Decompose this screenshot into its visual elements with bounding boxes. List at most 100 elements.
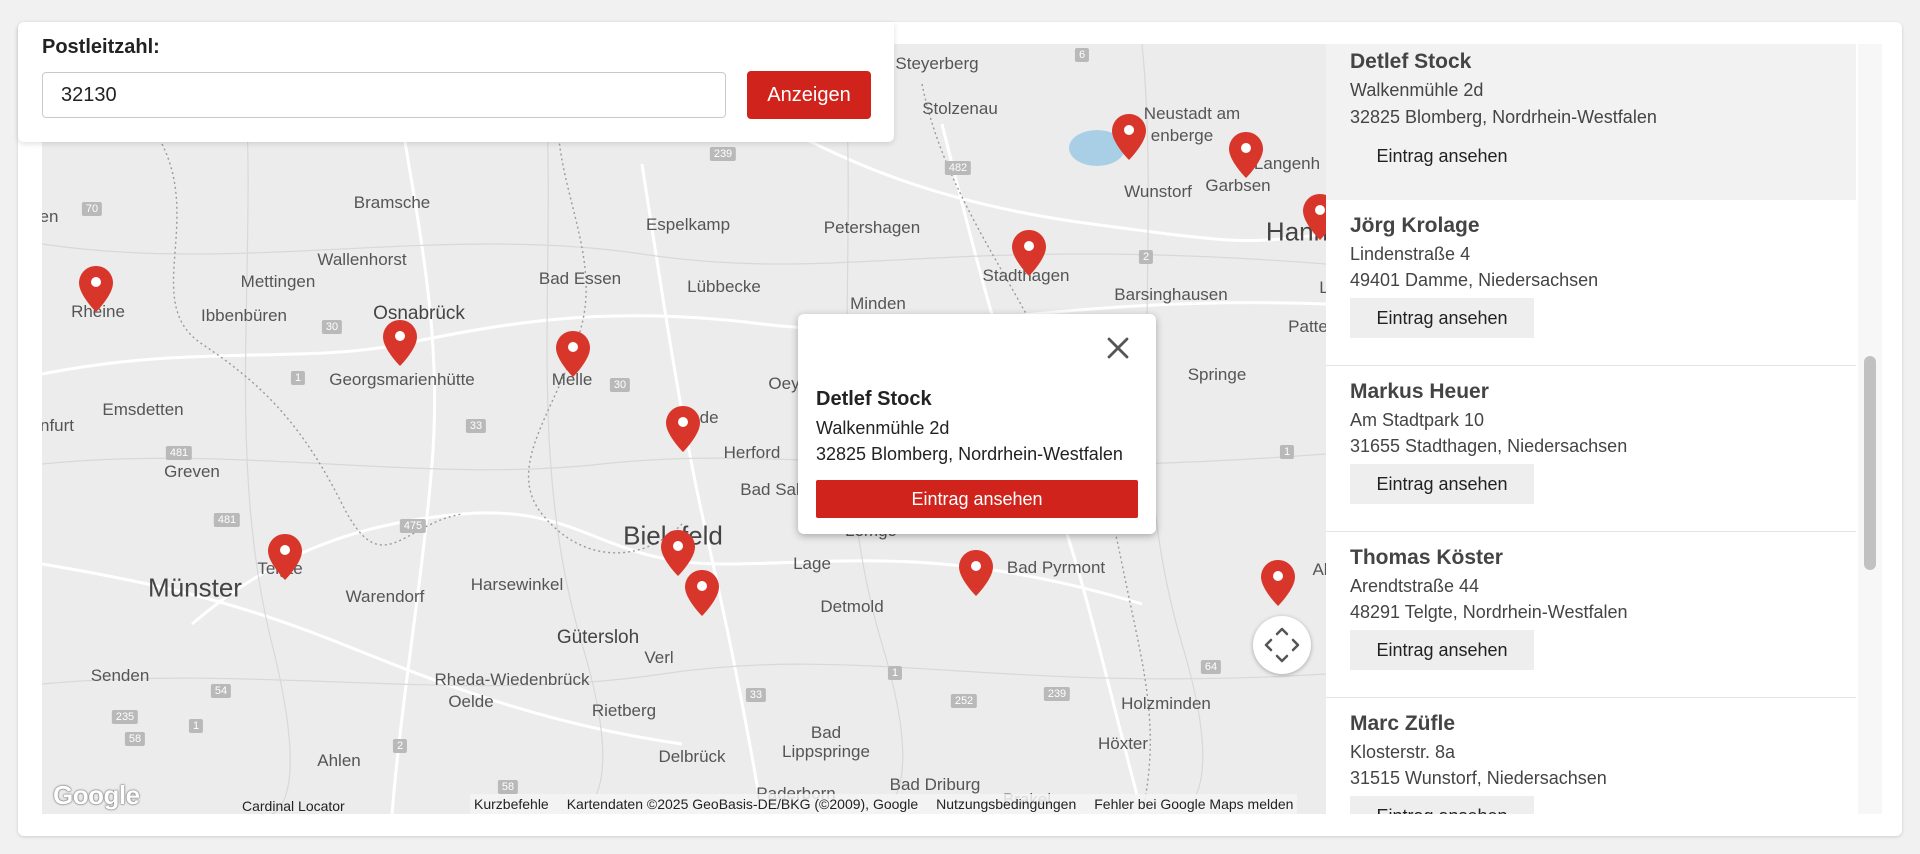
list-item[interactable]: Markus Heuer Am Stadtpark 10 31655 Stadt… (1326, 366, 1856, 532)
popup-name: Detlef Stock (816, 388, 932, 410)
place-label: Neustadt am (1143, 104, 1241, 123)
list-item[interactable]: Thomas Köster Arendtstraße 44 48291 Telg… (1326, 532, 1856, 698)
list-item[interactable]: Jörg Krolage Lindenstraße 4 49401 Damme,… (1326, 200, 1856, 366)
road-shield: 239 (709, 147, 737, 161)
place-label: Bad Sal (740, 480, 800, 499)
view-entry-button[interactable]: Eintrag ansehen (1350, 796, 1534, 814)
place-label: Oelde (448, 692, 494, 711)
road-shield: 482 (944, 161, 972, 175)
place-label: Münster (148, 572, 242, 603)
view-entry-button[interactable]: Eintrag ansehen (1350, 136, 1534, 176)
place-label: Warendorf (345, 587, 425, 606)
road-shield: 1 (290, 371, 306, 385)
place-label: Lippspringe (782, 742, 870, 761)
show-button[interactable]: Anzeigen (747, 71, 871, 119)
map-marker[interactable] (381, 318, 419, 368)
place-label: nfurt (42, 416, 75, 435)
road-shield: 70 (81, 202, 103, 216)
close-icon[interactable] (1104, 334, 1132, 362)
entry-name: Thomas Köster (1350, 546, 1503, 569)
place-label: Greven (164, 462, 220, 481)
place-label: Harsewinkel (470, 575, 564, 594)
place-label: Bramsche (353, 193, 431, 212)
place-label: Lage (793, 554, 831, 573)
road-shield: 64 (1200, 660, 1222, 674)
place-label: Oey (768, 374, 800, 393)
search-box: Postleitzahl: Anzeigen (18, 22, 894, 142)
move-arrows-icon (1264, 627, 1300, 663)
place-label: Höxter (1097, 734, 1149, 753)
place-label: Wallenhorst (317, 250, 407, 269)
place-label: Bad (810, 723, 842, 742)
entry-street: Walkenmühle 2d (1350, 80, 1484, 100)
road-shield: 1 (1279, 445, 1295, 459)
place-label: Mettingen (240, 272, 316, 291)
entry-name: Marc Züfle (1350, 712, 1456, 735)
entry-street: Lindenstraße 4 (1350, 244, 1471, 264)
place-label: Bad Essen (538, 269, 622, 288)
place-label: Verl (644, 648, 674, 667)
view-entry-button[interactable]: Eintrag ansehen (1350, 298, 1534, 338)
road-shield: 481 (213, 513, 241, 527)
map-marker[interactable] (1227, 130, 1265, 180)
place-label: Patte (1288, 317, 1326, 336)
place-label: Springe (1187, 365, 1247, 384)
view-entry-button[interactable]: Eintrag ansehen (1350, 630, 1534, 670)
place-label: Rietberg (591, 701, 657, 720)
road-shield: 54 (210, 684, 232, 698)
road-shield: 58 (124, 732, 146, 746)
report-error-link[interactable]: Fehler bei Google Maps melden (1094, 796, 1293, 812)
entry-city: 31655 Stadthagen, Niedersachsen (1350, 436, 1628, 456)
popup-view-entry-button[interactable]: Eintrag ansehen (816, 480, 1138, 518)
map-attribution: Kurzbefehle Kartendaten ©2025 GeoBasis-D… (470, 794, 1298, 814)
place-label: Stolzenau (922, 99, 998, 118)
road-shield: 239 (1043, 687, 1071, 701)
entry-street: Am Stadtpark 10 (1350, 410, 1485, 430)
entry-city: 48291 Telgte, Nordrhein-Westfalen (1350, 602, 1628, 622)
popup-city: 32825 Blomberg, Nordrhein-Westfalen (816, 444, 1123, 464)
map-marker[interactable] (77, 264, 115, 314)
list-item[interactable]: Marc Züfle Klosterstr. 8a 31515 Wunstorf… (1326, 698, 1856, 814)
map-marker[interactable] (957, 548, 995, 598)
keyboard-shortcuts-link[interactable]: Kurzbefehle (474, 796, 549, 812)
postcode-label: Postleitzahl: (42, 36, 160, 58)
place-label: enberge (1150, 126, 1214, 145)
place-label: Delbrück (658, 747, 726, 766)
results-list[interactable]: Detlef Stock Walkenmühle 2d 32825 Blombe… (1326, 44, 1856, 814)
terms-link[interactable]: Nutzungsbedingungen (936, 796, 1076, 812)
map-marker[interactable] (664, 404, 702, 454)
place-label: Gütersloh (556, 627, 640, 648)
postcode-input[interactable] (42, 72, 726, 118)
road-shield: 58 (497, 780, 519, 794)
map-marker[interactable] (1301, 192, 1326, 242)
map-marker[interactable] (1259, 558, 1297, 608)
place-label: en (42, 207, 59, 226)
entry-city: 49401 Damme, Niedersachsen (1350, 270, 1599, 290)
popup-street: Walkenmühle 2d (816, 418, 950, 438)
road-shield: 30 (609, 378, 631, 392)
map-marker[interactable] (554, 329, 592, 379)
list-item[interactable]: Detlef Stock Walkenmühle 2d 32825 Blombe… (1326, 44, 1856, 201)
map-marker[interactable] (683, 568, 721, 618)
place-label: Barsinghausen (1114, 285, 1228, 304)
place-label: Rheda-Wiedenbrück (434, 670, 590, 689)
google-logo: Google (53, 780, 140, 810)
view-entry-button[interactable]: Eintrag ansehen (1350, 464, 1534, 504)
entry-street: Klosterstr. 8a (1350, 742, 1456, 762)
pan-control[interactable] (1253, 616, 1311, 674)
map-marker[interactable] (1010, 228, 1048, 278)
place-label: Ahlen (317, 751, 361, 770)
place-label: Ibbenbüren (200, 306, 288, 325)
scrollbar-thumb[interactable] (1864, 356, 1876, 570)
place-label: Detmold (820, 597, 884, 616)
place-label: L (1319, 278, 1326, 297)
place-label: Holzminden (1121, 694, 1211, 713)
place-label: Wunstorf (1124, 182, 1192, 201)
map-marker[interactable] (1110, 112, 1148, 162)
road-shield: 252 (950, 694, 978, 708)
map[interactable]: Steyerberg Stolzenau Neustadt am enberge… (42, 44, 1326, 814)
road-shield: 30 (321, 320, 343, 334)
road-shield: 475 (399, 519, 427, 533)
map-marker[interactable] (266, 532, 304, 582)
place-label: Lübbecke (687, 277, 761, 296)
